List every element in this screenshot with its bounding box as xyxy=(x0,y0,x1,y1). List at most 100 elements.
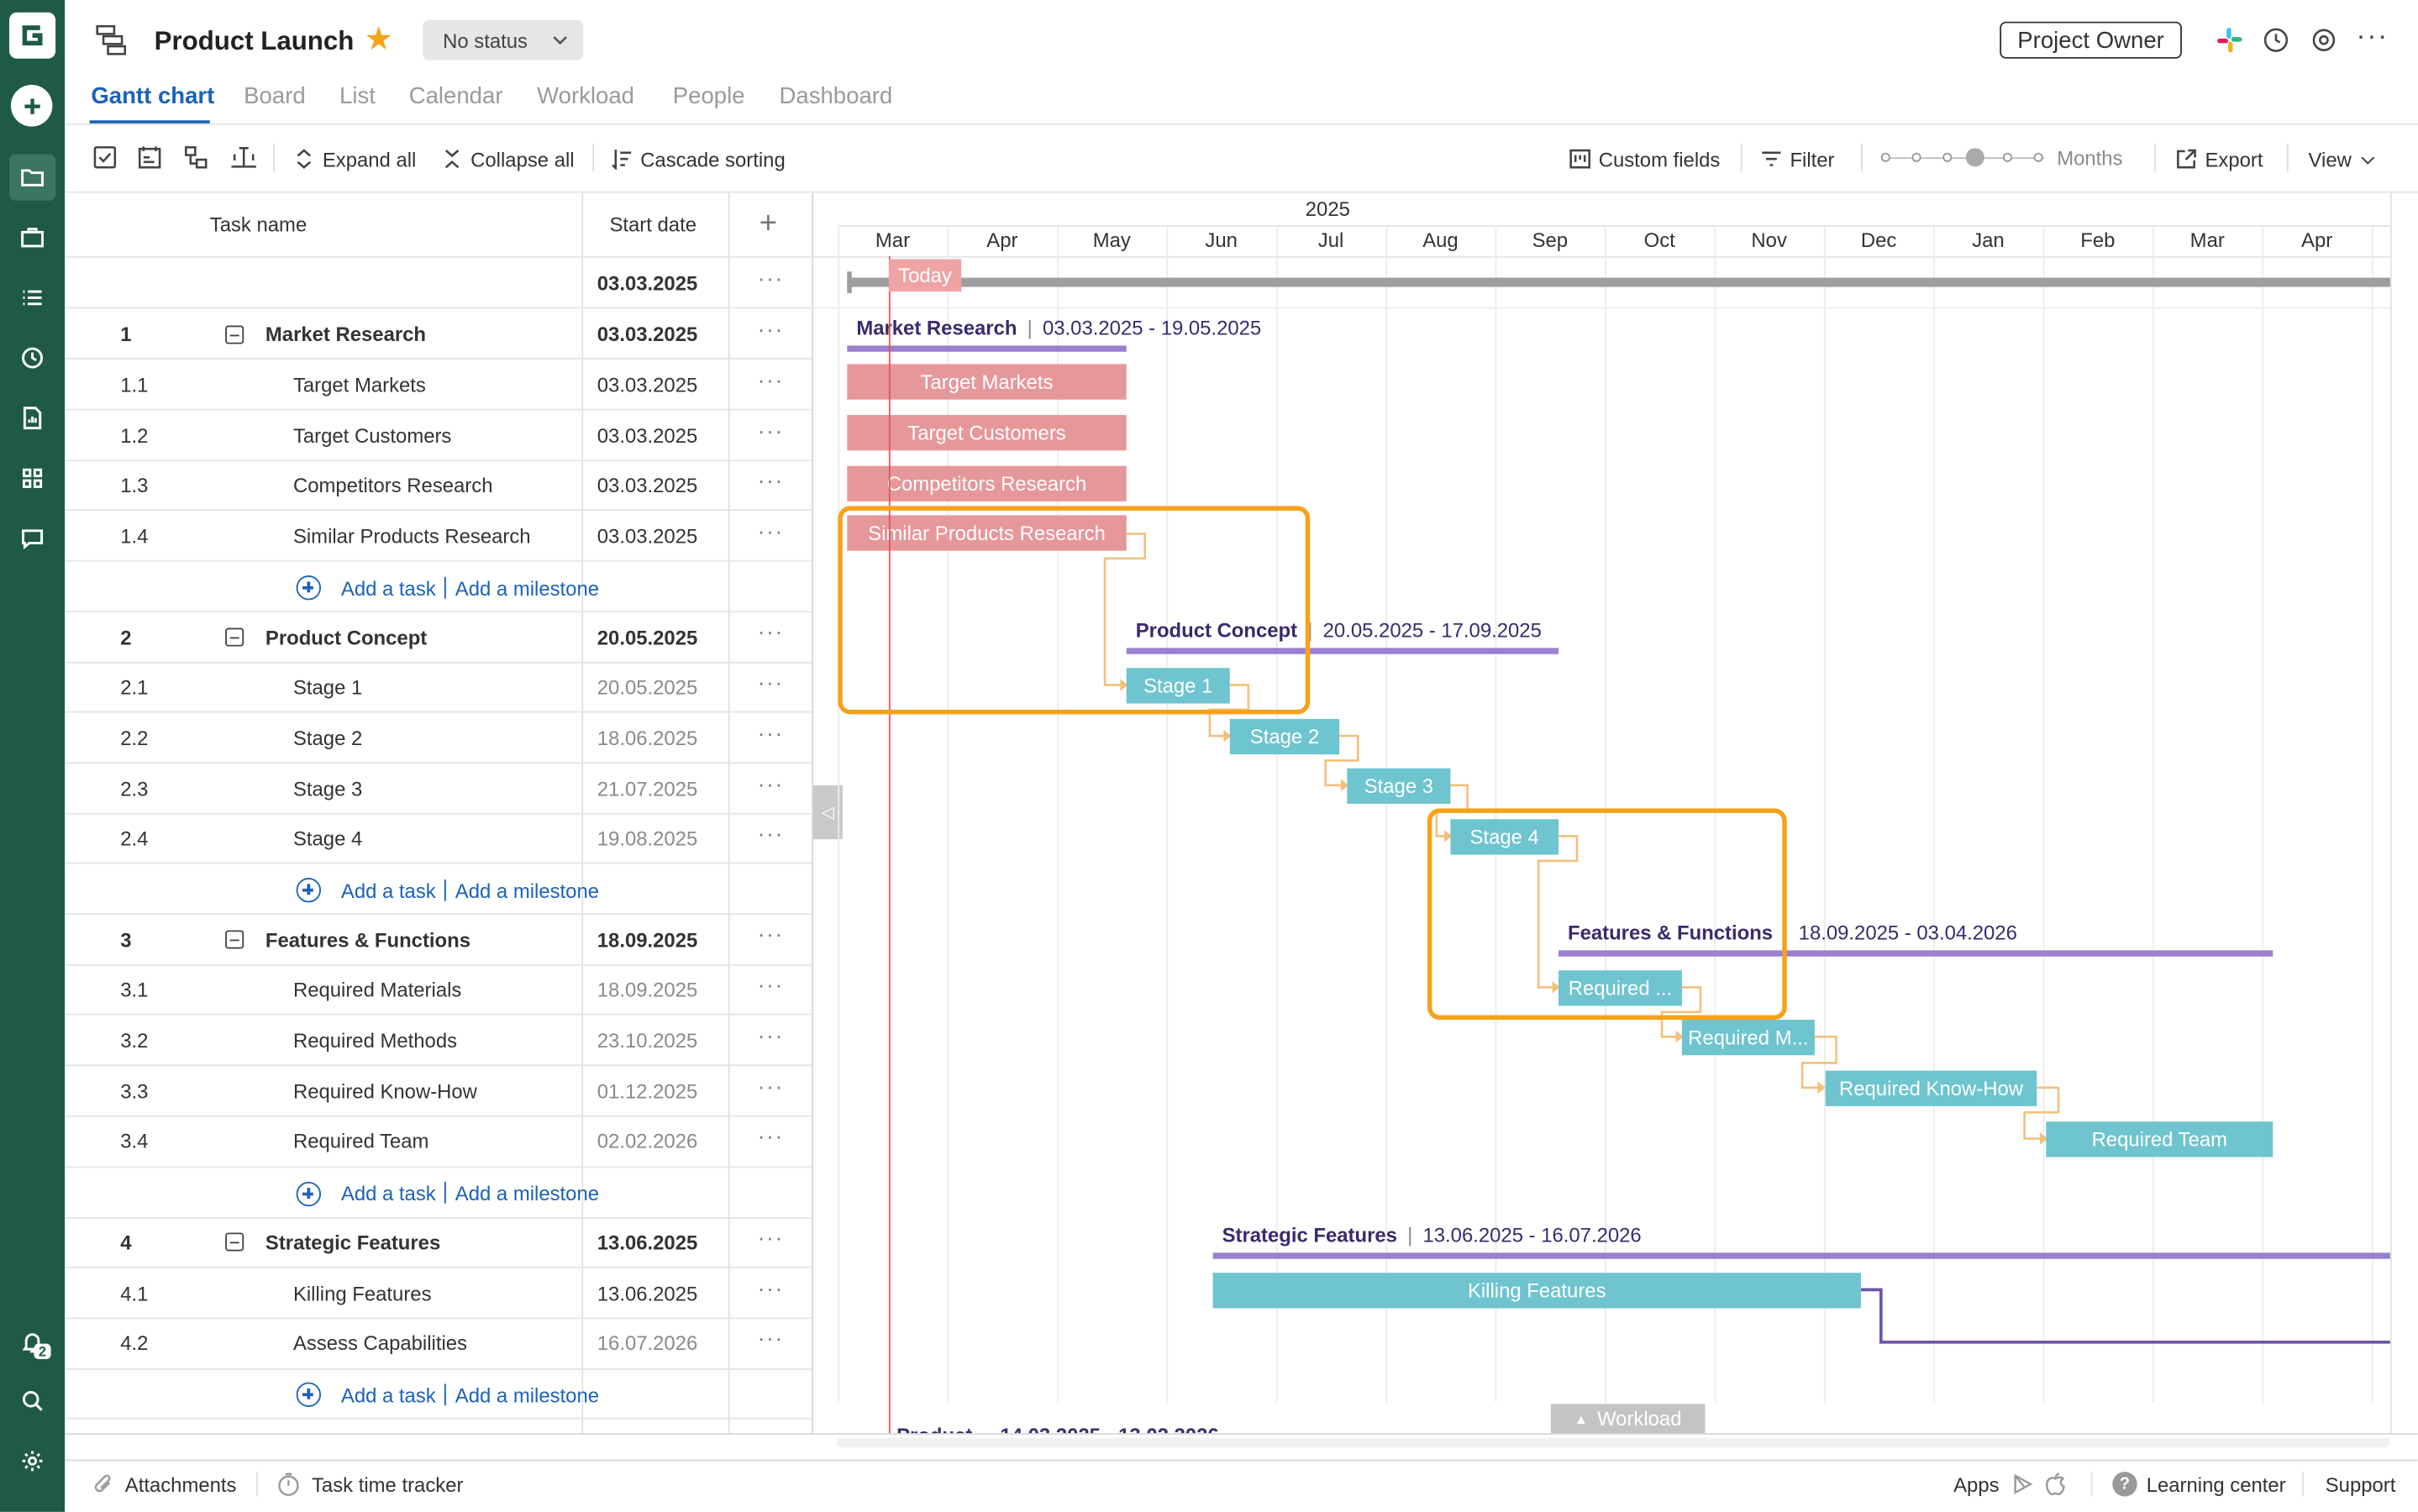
bar-required-know-how[interactable]: Required Know-How xyxy=(1825,1070,2037,1106)
task-name[interactable]: Stage 3 xyxy=(293,778,362,801)
slack-icon[interactable] xyxy=(2216,26,2243,61)
add-circle-icon[interactable] xyxy=(296,1382,322,1407)
row-more-icon[interactable]: ··· xyxy=(758,265,784,290)
apple-icon[interactable] xyxy=(2044,1472,2066,1504)
select-tasks-checkbox-icon[interactable] xyxy=(92,145,117,178)
start-date[interactable]: 13.06.2025 xyxy=(597,1231,698,1255)
settings-gear-icon[interactable] xyxy=(13,1441,53,1481)
create-new-icon[interactable] xyxy=(10,85,53,127)
tab-gantt-chart[interactable]: Gantt chart xyxy=(91,83,214,109)
start-date[interactable]: 03.03.2025 xyxy=(597,373,698,396)
row-more-icon[interactable]: ··· xyxy=(758,1074,784,1098)
row-more-icon[interactable]: ··· xyxy=(758,972,784,996)
bar-stage-3[interactable]: Stage 3 xyxy=(1347,768,1451,804)
project-owner-button[interactable]: Project Owner xyxy=(2000,21,2182,59)
task-name[interactable]: Stage 2 xyxy=(293,727,362,750)
today-marker[interactable]: Today xyxy=(888,259,962,292)
portfolio-briefcase-icon[interactable] xyxy=(13,218,53,258)
collapse-all-button[interactable]: Collapse all xyxy=(441,145,575,173)
cascade-sorting-button[interactable]: Cascade sorting xyxy=(611,145,786,173)
critical-path-icon[interactable] xyxy=(137,145,161,178)
row-more-icon[interactable]: ··· xyxy=(758,1276,784,1300)
row-more-icon[interactable]: ··· xyxy=(758,317,784,341)
start-date[interactable]: 19.08.2025 xyxy=(597,827,698,850)
workload-panel-toggle[interactable]: ▲ Workload xyxy=(1550,1404,1706,1434)
task-name[interactable]: Competitors Research xyxy=(293,474,493,497)
row-more-icon[interactable]: ··· xyxy=(758,467,784,491)
task-name[interactable]: Killing Features xyxy=(293,1282,432,1305)
row-more-icon[interactable]: ··· xyxy=(758,367,784,391)
favorite-star-icon[interactable]: ★ xyxy=(364,24,393,56)
add-circle-icon[interactable] xyxy=(296,1181,322,1207)
google-play-icon[interactable] xyxy=(2012,1473,2034,1503)
row-more-icon[interactable]: ··· xyxy=(758,418,784,443)
task-time-tracker-button[interactable]: Task time tracker xyxy=(312,1473,463,1497)
task-name[interactable]: Stage 1 xyxy=(293,675,362,699)
start-date[interactable]: 16.07.2026 xyxy=(597,1331,698,1355)
add-task-link[interactable]: Add a task xyxy=(341,1182,436,1205)
bar-required-team[interactable]: Required Team xyxy=(2046,1121,2273,1158)
row-more-icon[interactable]: ··· xyxy=(758,721,784,745)
start-date[interactable]: 21.07.2025 xyxy=(597,778,698,801)
add-milestone-link[interactable]: Add a milestone xyxy=(455,879,599,903)
row-more-icon[interactable]: ··· xyxy=(758,1225,784,1249)
task-name[interactable]: Required Materials xyxy=(293,978,461,1001)
column-header-start-date[interactable]: Start date xyxy=(609,213,696,236)
task-name[interactable]: Assess Capabilities xyxy=(293,1331,467,1355)
project-status-dropdown[interactable]: No status xyxy=(423,19,584,60)
app-logo-icon[interactable] xyxy=(9,12,56,59)
start-date[interactable]: 03.03.2025 xyxy=(597,524,698,548)
start-date[interactable]: 03.03.2025 xyxy=(597,474,698,497)
task-name[interactable]: Required Know-How xyxy=(293,1080,477,1104)
start-date[interactable]: 18.09.2025 xyxy=(597,929,698,953)
start-date[interactable]: 20.05.2025 xyxy=(597,627,698,650)
tab-workload[interactable]: Workload xyxy=(537,83,634,109)
add-circle-icon[interactable] xyxy=(296,575,322,601)
start-date[interactable]: 18.06.2025 xyxy=(597,727,698,750)
task-name[interactable]: Target Customers xyxy=(293,424,451,448)
add-task-link[interactable]: Add a task xyxy=(341,577,436,601)
start-date[interactable]: 02.02.2026 xyxy=(597,1129,698,1152)
add-milestone-link[interactable]: Add a milestone xyxy=(455,577,599,601)
view-dropdown[interactable]: View xyxy=(2309,145,2377,173)
learning-center-link[interactable]: Learning center xyxy=(2147,1473,2286,1497)
row-more-icon[interactable]: ··· xyxy=(758,618,784,643)
row-more-icon[interactable]: ··· xyxy=(758,518,784,543)
task-name[interactable]: Required Methods xyxy=(293,1029,457,1053)
tab-calendar[interactable]: Calendar xyxy=(409,83,503,109)
start-date[interactable]: 20.05.2025 xyxy=(597,675,698,699)
tab-list[interactable]: List xyxy=(339,83,376,109)
bar-stage-2[interactable]: Stage 2 xyxy=(1229,718,1340,755)
task-name[interactable]: Similar Products Research xyxy=(293,524,531,548)
bar-required-methods[interactable]: Required M... xyxy=(1681,1019,1815,1056)
add-task-link[interactable]: Add a task xyxy=(341,1383,436,1407)
project-settings-gear-icon[interactable] xyxy=(2310,26,2337,61)
task-list-icon[interactable] xyxy=(13,278,53,318)
row-more-icon[interactable]: ··· xyxy=(758,771,784,795)
export-button[interactable]: Export xyxy=(2176,145,2263,173)
baseline-icon[interactable] xyxy=(230,145,258,178)
task-name[interactable]: Required Team xyxy=(293,1129,428,1152)
horizontal-scrollbar[interactable] xyxy=(836,1437,2390,1447)
task-name[interactable]: Strategic Features xyxy=(265,1231,440,1255)
start-date[interactable]: 13.06.2025 xyxy=(597,1282,698,1305)
start-date[interactable]: 03.03.2025 xyxy=(597,424,698,448)
add-milestone-link[interactable]: Add a milestone xyxy=(455,1383,599,1407)
start-date[interactable]: 03.03.2025 xyxy=(597,323,698,346)
row-more-icon[interactable]: ··· xyxy=(758,669,784,694)
attachments-button[interactable]: Attachments xyxy=(125,1473,237,1497)
add-circle-icon[interactable] xyxy=(296,878,322,903)
add-milestone-link[interactable]: Add a milestone xyxy=(455,1182,599,1205)
projects-folder-icon[interactable] xyxy=(9,154,56,201)
notifications-bell-icon[interactable]: 2 xyxy=(13,1322,53,1362)
tab-people[interactable]: People xyxy=(673,83,745,109)
start-date[interactable]: 18.09.2025 xyxy=(597,978,698,1001)
chat-icon[interactable] xyxy=(13,518,53,559)
zoom-slider[interactable] xyxy=(1880,148,2045,167)
row-more-icon[interactable]: ··· xyxy=(758,1023,784,1047)
task-name[interactable]: Stage 4 xyxy=(293,827,362,850)
task-name[interactable]: Features & Functions xyxy=(265,929,470,953)
collapse-group-icon[interactable] xyxy=(225,325,244,344)
time-clock-icon[interactable] xyxy=(13,338,53,378)
custom-fields-button[interactable]: Custom fields xyxy=(1569,145,1720,173)
